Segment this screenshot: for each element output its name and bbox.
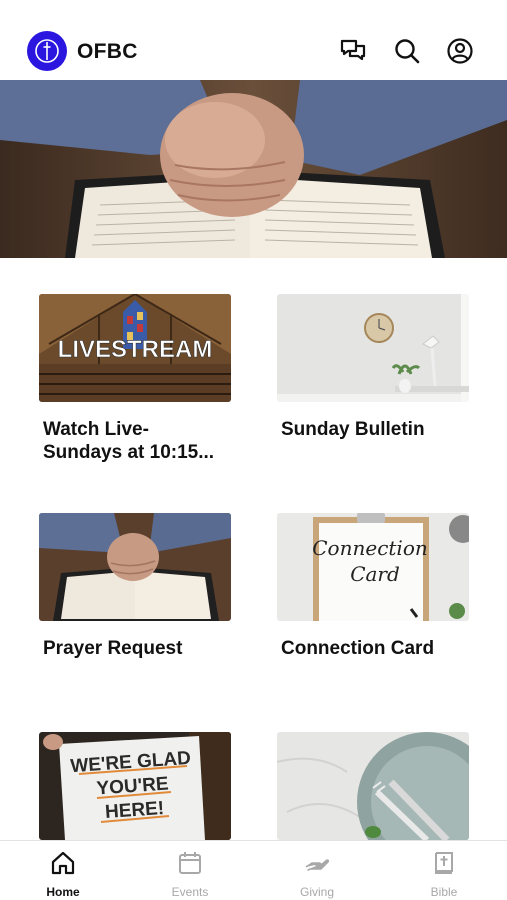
sunday-bulletin-thumbnail [277, 294, 469, 402]
welcome-card[interactable]: WE'RE GLAD YOU'RE HERE! [39, 732, 231, 856]
profile-icon[interactable] [446, 37, 474, 65]
giving-hand-icon [304, 850, 330, 876]
tab-events[interactable]: Events [127, 841, 253, 900]
prayer-request-card[interactable]: Prayer Request [39, 513, 231, 660]
tab-label: Bible [430, 885, 458, 899]
card-label: Connection Card [281, 638, 435, 659]
home-icon [50, 850, 76, 876]
app-header: OFBC [0, 0, 507, 80]
bible-icon [431, 850, 457, 876]
church-cross-logo-icon[interactable] [27, 31, 67, 71]
tab-label: Giving [299, 885, 334, 899]
search-icon[interactable] [393, 37, 421, 65]
tab-giving[interactable]: Giving [254, 841, 380, 900]
connection-thumb-text-1: Connection [312, 536, 428, 560]
tab-label: Events [171, 885, 209, 899]
sunday-bulletin-card[interactable]: Sunday Bulletin [277, 294, 469, 441]
fellowship-meal-thumbnail [277, 732, 469, 840]
hero-banner-image[interactable] [0, 80, 507, 258]
tab-bible[interactable]: Bible [381, 841, 507, 900]
chat-icon[interactable] [339, 37, 367, 65]
connection-card-card[interactable]: Connection Card Connection Card [277, 513, 469, 660]
livestream-thumb-text: LIVESTREAM [58, 336, 213, 363]
fellowship-meal-card[interactable] [277, 732, 469, 856]
tab-home[interactable]: Home [0, 841, 126, 900]
calendar-icon [177, 850, 203, 876]
tab-label: Home [46, 885, 80, 899]
livestream-card[interactable]: LIVESTREAM Watch Live- Sundays at 10:15.… [39, 294, 231, 464]
card-label: Sunday Bulletin [281, 419, 425, 440]
card-label: Prayer Request [43, 638, 183, 659]
welcome-thumbnail: WE'RE GLAD YOU'RE HERE! [39, 732, 231, 840]
card-label: Watch Live- Sundays at 10:15... [43, 419, 215, 463]
prayer-request-thumbnail [39, 513, 231, 621]
bottom-tab-bar: Home Events Giving Bible [0, 840, 507, 900]
livestream-thumbnail: LIVESTREAM [39, 294, 231, 402]
connection-thumb-text-2: Card [350, 562, 400, 586]
app-title: OFBC [77, 40, 138, 63]
connection-card-thumbnail: Connection Card [277, 513, 469, 621]
